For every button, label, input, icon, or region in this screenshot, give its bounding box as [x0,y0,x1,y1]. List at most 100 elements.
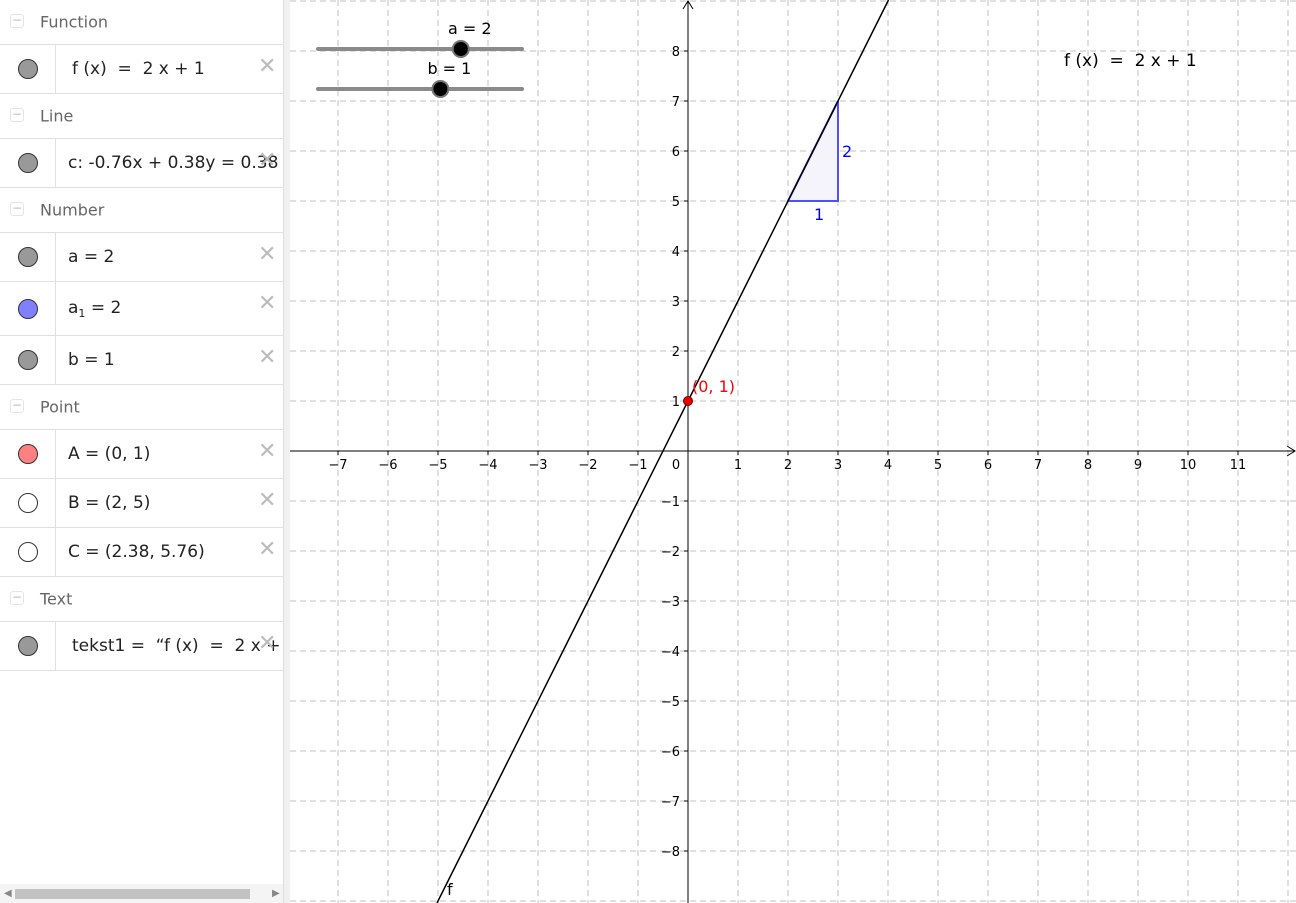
collapse-icon[interactable]: − [10,591,24,605]
group-header-number[interactable]: − Number [0,188,283,233]
visibility-marker[interactable] [0,139,56,187]
slope-run-label: 1 [814,205,824,224]
group-label: Line [40,106,74,126]
x-tick-label: 2 [784,458,792,473]
delete-icon[interactable]: ✕ [258,441,276,463]
item-text[interactable]: C = (2.38, 5.76) [68,542,205,562]
visibility-toggle-icon[interactable] [18,247,38,267]
algebra-item[interactable]: a = 2 ✕ [0,233,283,282]
delete-icon[interactable]: ✕ [258,244,276,266]
group-header-point[interactable]: − Point [0,385,283,430]
visibility-toggle-icon[interactable] [18,350,38,370]
text-object-tekst1[interactable]: f (x) = 2 x + 1 [1064,51,1197,71]
y-tick-label: −7 [661,795,680,810]
group-header-line[interactable]: − Line [0,94,283,139]
delete-icon[interactable]: ✕ [258,490,276,512]
item-text[interactable]: a = 2 [68,247,114,267]
delete-icon[interactable]: ✕ [258,293,276,315]
x-tick-label: 5 [934,458,942,473]
slider-knob[interactable] [451,40,470,58]
x-tick-label: 10 [1180,458,1197,473]
x-tick-label: 8 [1084,458,1092,473]
item-text[interactable]: A = (0, 1) [68,444,150,464]
visibility-marker[interactable] [0,336,56,384]
visibility-toggle-icon[interactable] [18,444,38,464]
x-tick-label: 1 [734,458,742,473]
horizontal-scrollbar[interactable]: ◀ ▶ [0,884,283,903]
algebra-item[interactable]: a1 = 2 ✕ [0,282,283,336]
point-a[interactable] [683,396,693,406]
y-tick-label: −5 [661,695,680,710]
delete-icon[interactable]: ✕ [258,633,276,655]
y-tick-label: −4 [661,645,680,660]
scrollbar-thumb[interactable] [15,889,250,899]
collapse-icon[interactable]: − [10,399,24,413]
slider-label: b = 1 [427,59,471,78]
x-tick-label: −1 [628,458,647,473]
item-text[interactable]: tekst1 = “f (x) = 2 x + 1 [72,636,283,656]
item-definition: b = 1 [68,350,115,370]
y-tick-label: 8 [672,45,680,60]
group-header-function[interactable]: − Function [0,0,283,45]
visibility-toggle-icon[interactable] [18,59,38,79]
x-tick-label: −3 [528,458,547,473]
visibility-toggle-icon[interactable] [18,542,38,562]
point-a-label: (0, 1) [692,377,735,396]
delete-icon[interactable]: ✕ [258,150,276,172]
item-definition: tekst1 = “f (x) = 2 x + 1 [72,636,283,656]
visibility-toggle-icon[interactable] [18,636,38,656]
item-name: a [68,297,79,318]
y-tick-label: 3 [672,295,680,310]
visibility-marker[interactable] [0,528,56,576]
algebra-view: − Function f (x) = 2 x + 1 ✕ − Line c: -0.76x … [0,0,283,903]
algebra-item[interactable]: c: -0.76x + 0.38y = 0.38 ✕ [0,139,283,188]
group-label: Number [40,200,105,220]
visibility-toggle-icon[interactable] [18,493,38,513]
x-tick-label: −4 [478,458,497,473]
algebra-item[interactable]: A = (0, 1) ✕ [0,430,283,479]
x-tick-label: 3 [834,458,842,473]
item-text[interactable]: b = 1 [68,350,115,370]
visibility-marker[interactable] [0,430,56,478]
y-tick-label: −3 [661,595,680,610]
algebra-item[interactable]: B = (2, 5) ✕ [0,479,283,528]
item-text[interactable]: f (x) = 2 x + 1 [72,59,205,79]
group-header-text[interactable]: − Text [0,577,283,622]
item-definition: A = (0, 1) [68,444,151,464]
algebra-item[interactable]: f (x) = 2 x + 1 ✕ [0,45,283,94]
item-value: = 2 [85,297,122,318]
algebra-item[interactable]: b = 1 ✕ [0,336,283,385]
algebra-item[interactable]: C = (2.38, 5.76) ✕ [0,528,283,577]
group-label: Text [40,589,73,609]
algebra-item[interactable]: tekst1 = “f (x) = 2 x + 1 ✕ [0,622,283,671]
graphics-view[interactable]: −7 −6 −5 −4 −3 −2 −1 0 1 2 3 4 5 6 7 8 9 10 11−8−7−6−5−4−3… [290,0,1296,903]
item-text[interactable]: B = (2, 5) [68,493,150,513]
slider-label: a = 2 [448,19,492,38]
visibility-marker[interactable] [0,282,56,335]
y-tick-label: 4 [672,245,680,260]
scroll-left-icon[interactable]: ◀ [4,888,12,899]
slider-knob[interactable] [431,80,450,98]
collapse-icon[interactable]: − [10,202,24,216]
visibility-marker[interactable] [0,622,56,670]
collapse-icon[interactable]: − [10,14,24,28]
scroll-right-icon[interactable]: ▶ [272,888,280,899]
delete-icon[interactable]: ✕ [258,347,276,369]
item-definition: B = (2, 5) [68,493,151,513]
visibility-toggle-icon[interactable] [18,298,38,319]
visibility-marker[interactable] [0,233,56,281]
delete-icon[interactable]: ✕ [258,539,276,561]
y-tick-label: 1 [672,395,680,410]
item-text[interactable]: c: -0.76x + 0.38y = 0.38 [68,153,278,173]
visibility-toggle-icon[interactable] [18,153,38,173]
y-tick-label: −8 [661,845,680,860]
y-tick-label: 6 [672,145,680,160]
visibility-marker[interactable] [0,45,56,93]
y-tick-label: −1 [661,495,680,510]
visibility-marker[interactable] [0,479,56,527]
delete-icon[interactable]: ✕ [258,56,276,78]
view-divider[interactable] [283,0,290,903]
item-text[interactable]: a1 = 2 [68,297,121,319]
group-label: Point [40,397,80,417]
collapse-icon[interactable]: − [10,108,24,122]
